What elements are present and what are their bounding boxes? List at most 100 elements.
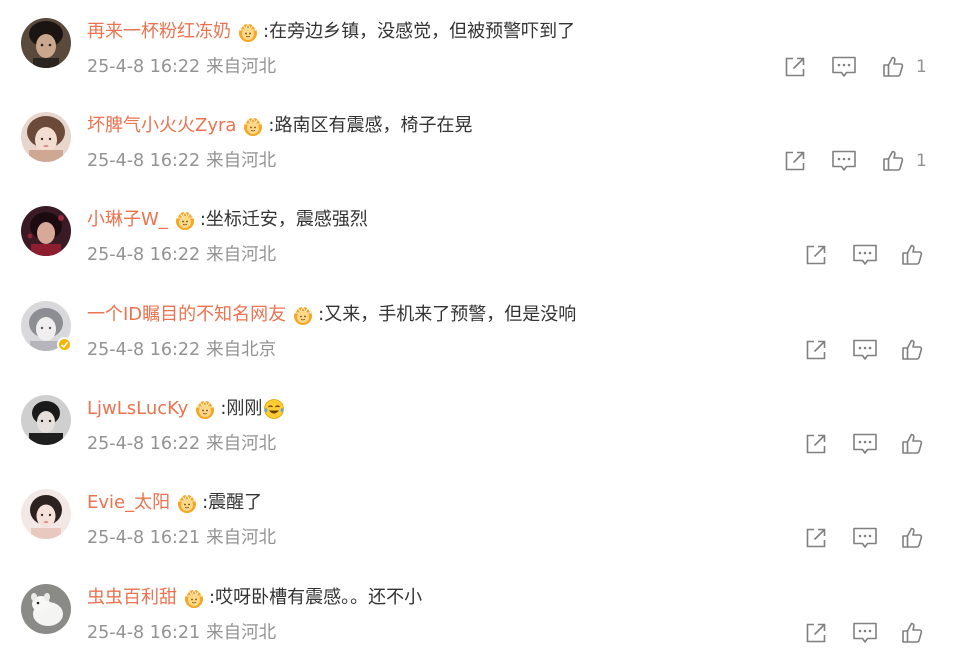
username-link[interactable]: 坏脾气小火火Zyra [87,113,236,139]
share-icon [806,434,826,454]
share-icon [806,340,826,360]
comment-meta: 25-4-8 16:21 来自河北 [87,620,276,646]
avatar[interactable] [21,206,71,256]
comment-button[interactable] [852,337,878,363]
vip-crown-icon [181,587,207,609]
username-link[interactable]: Evie_太阳 [87,490,170,516]
comment-line: 一个ID瞩目的不知名网友 :又来，手机来了预警，但是没响 [87,302,576,328]
comment-button[interactable] [852,242,878,268]
timestamp: 25-4-8 16:22 [87,340,201,360]
vip-crown-icon [174,492,200,514]
comment-text: :坐标迁安，震感强烈 [199,209,368,230]
share-icon [785,151,805,171]
action-bar [803,620,925,646]
comment-text: :刚刚 [220,398,263,419]
share-button[interactable] [803,620,829,646]
like-icon-wrap [880,148,906,174]
comment-button[interactable] [831,54,857,80]
avatar[interactable] [21,395,71,445]
timestamp: 25-4-8 16:22 [87,57,201,77]
comment-meta: 25-4-8 16:22 来自河北 [87,148,276,174]
share-button[interactable] [803,242,829,268]
timestamp: 25-4-8 16:21 [87,528,201,548]
share-button[interactable] [803,431,829,457]
username-link[interactable]: 再来一杯粉红冻奶 [87,19,231,45]
location: 来自河北 [206,57,277,77]
timestamp: 25-4-8 16:21 [87,623,201,643]
like-icon-wrap [899,242,925,268]
share-button[interactable] [782,148,808,174]
comment-line: Evie_太阳 :震醒了 [87,490,262,516]
comment-icon [832,150,856,171]
like-icon-wrap [899,620,925,646]
action-bar [803,242,925,268]
like-button[interactable] [899,337,925,363]
username-link[interactable]: 一个ID瞩目的不知名网友 [87,302,286,328]
like-button[interactable] [899,431,925,457]
action-bar [803,431,925,457]
comment-text: :又来，手机来了预警，但是没响 [318,304,577,325]
laughing-tears-emoji-icon [263,398,285,420]
like-button[interactable]: 1 [880,54,927,80]
like-icon-wrap [899,525,925,551]
like-icon-wrap [899,337,925,363]
avatar[interactable] [21,489,71,539]
share-icon [806,245,826,265]
share-icon [806,623,826,643]
share-button[interactable] [803,337,829,363]
location: 来自河北 [206,623,277,643]
like-icon [902,244,923,265]
comment-item: 再来一杯粉红冻奶 :在旁边乡镇，没感觉，但被预警吓到了 25-4-8 16:22… [0,0,964,94]
comment-line: 小琳子W_ :坐标迁安，震感强烈 [87,207,368,233]
comment-item: 小琳子W_ :坐标迁安，震感强烈 25-4-8 16:22 来自河北 [0,188,964,282]
comment-item: Evie_太阳 :震醒了 25-4-8 16:21 来自河北 [0,471,964,565]
comment-item: LjwLsLucKy :刚刚 25-4-8 16:22 来自河北 [0,377,964,471]
like-count: 1 [916,57,927,77]
comment-text: :震醒了 [202,492,263,513]
timestamp: 25-4-8 16:22 [87,434,201,454]
vip-crown-icon [290,304,316,326]
comment-meta: 25-4-8 16:22 来自河北 [87,242,276,268]
like-button[interactable] [899,620,925,646]
like-icon-wrap [899,431,925,457]
location: 来自河北 [206,151,277,171]
like-count: 1 [916,151,927,171]
share-icon [785,57,805,77]
comment-line: 坏脾气小火火Zyra :路南区有震感，椅子在晃 [87,113,473,139]
comment-icon [853,527,877,548]
comment-button[interactable] [852,431,878,457]
comment-meta: 25-4-8 16:22 来自北京 [87,337,276,363]
comment-meta: 25-4-8 16:22 来自河北 [87,431,276,457]
comment-line: LjwLsLucKy :刚刚 [87,396,285,422]
username-link[interactable]: 虫虫百利甜 [87,585,177,611]
like-icon [902,339,923,360]
vip-crown-icon [240,115,266,137]
share-button[interactable] [782,54,808,80]
comment-button[interactable] [852,525,878,551]
location: 来自河北 [206,245,277,265]
comment-text: :路南区有震感，椅子在晃 [268,115,473,136]
like-icon [883,56,904,77]
like-button[interactable] [899,525,925,551]
action-bar [803,337,925,363]
comment-item: 虫虫百利甜 :哎呀卧槽有震感。。还不小 25-4-8 16:21 来自河北 [0,566,964,660]
username-link[interactable]: 小琳子W_ [87,207,168,233]
comment-text: :在旁边乡镇，没感觉，但被预警吓到了 [263,21,576,42]
like-button[interactable] [899,242,925,268]
like-button[interactable]: 1 [880,148,927,174]
username-link[interactable]: LjwLsLucKy [87,396,188,422]
comment-button[interactable] [852,620,878,646]
avatar[interactable] [21,584,71,634]
like-icon [883,150,904,171]
share-button[interactable] [803,525,829,551]
comment-line: 虫虫百利甜 :哎呀卧槽有震感。。还不小 [87,585,422,611]
timestamp: 25-4-8 16:22 [87,151,201,171]
avatar[interactable] [21,112,71,162]
comment-list: 再来一杯粉红冻奶 :在旁边乡镇，没感觉，但被预警吓到了 25-4-8 16:22… [0,0,964,666]
comment-meta: 25-4-8 16:22 来自河北 [87,54,276,80]
location: 来自河北 [206,528,277,548]
vip-crown-icon [192,398,218,420]
share-icon [806,528,826,548]
comment-button[interactable] [831,148,857,174]
avatar[interactable] [21,18,71,68]
